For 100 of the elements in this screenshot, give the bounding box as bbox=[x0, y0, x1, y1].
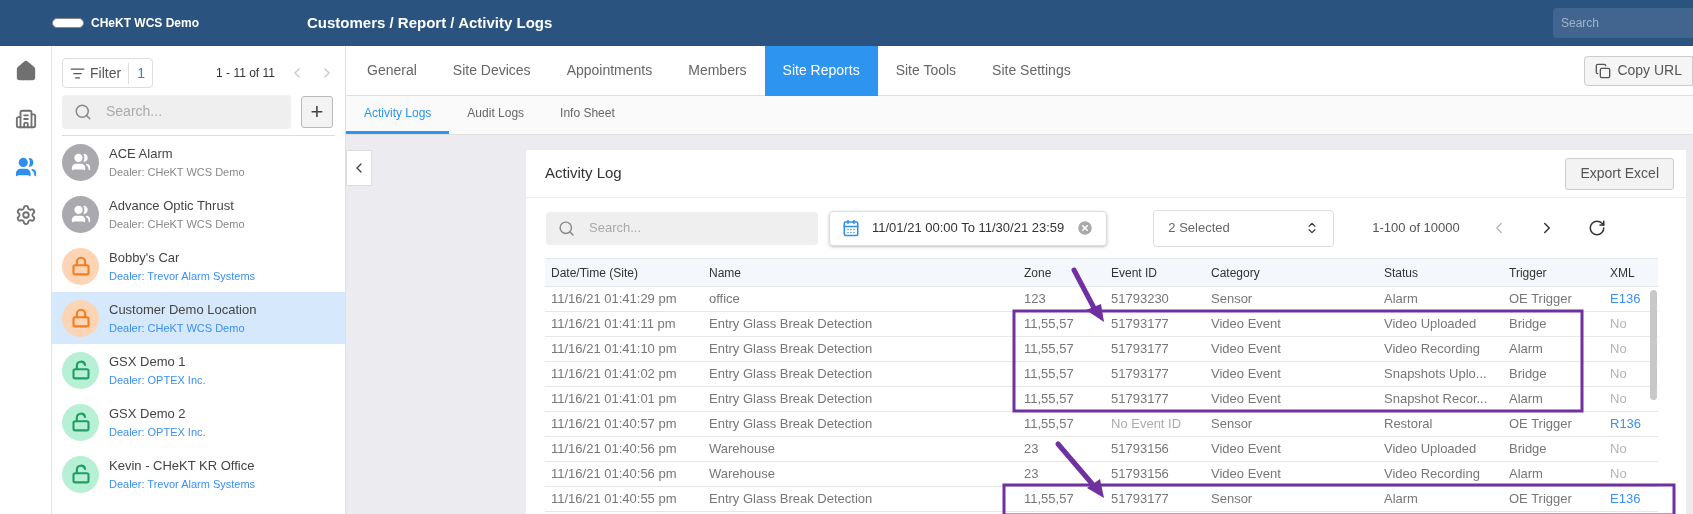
padlock-avatar-icon bbox=[62, 299, 99, 337]
table-cell-text: 11,55,57 bbox=[1023, 490, 1075, 509]
customer-list-item[interactable]: Kevin - CHeKT KR Office Dealer: Trevor Alarm Systems bbox=[52, 448, 345, 500]
subtab[interactable]: Info Sheet bbox=[542, 95, 633, 134]
clear-icon[interactable] bbox=[1076, 219, 1095, 237]
table-cell-text: 11/16/21 01:40:56 pm bbox=[550, 465, 678, 484]
tab[interactable]: Site Devices bbox=[434, 45, 549, 96]
subtab[interactable]: Audit Logs bbox=[449, 95, 543, 134]
customer-name: Kevin - CHeKT KR Office bbox=[109, 457, 256, 475]
dealer-name: Dealer: OPTEX Inc. bbox=[109, 424, 206, 440]
table-cell-text: No bbox=[1609, 390, 1628, 409]
search-field[interactable]: Search bbox=[1553, 8, 1693, 38]
people-avatar-icon bbox=[62, 143, 99, 181]
column-header: Trigger bbox=[1508, 264, 1548, 282]
customer-list-item[interactable]: GSX Demo 1 Dealer: OPTEX Inc. bbox=[52, 344, 345, 396]
pagination-text: 1-100 of 10000 bbox=[1372, 219, 1460, 238]
table-cell-text: Entry Glass Break Detection bbox=[708, 490, 874, 509]
customer-list-item[interactable]: Bobby's Car Dealer: Trevor Alarm Systems bbox=[52, 240, 345, 292]
customer-name: GSX Demo 1 bbox=[109, 353, 187, 371]
people-avatar-icon bbox=[62, 195, 99, 233]
table-cell-text: No bbox=[1609, 340, 1628, 359]
table-cell-text: 11/16/21 01:40:56 pm bbox=[550, 440, 678, 459]
table-cell-text: No Event ID bbox=[1110, 415, 1183, 434]
home-icon[interactable] bbox=[14, 60, 37, 82]
refresh-icon[interactable] bbox=[1587, 219, 1606, 237]
dealer-name: Dealer: OPTEX Inc. bbox=[109, 372, 206, 388]
table-cell-text: Bridge bbox=[1508, 440, 1548, 459]
xml-link[interactable]: R136 bbox=[1604, 414, 1658, 434]
table-cell-text: 123 bbox=[1023, 290, 1047, 309]
tab[interactable]: Appointments bbox=[548, 45, 671, 96]
table-cell-text: No bbox=[1609, 365, 1628, 384]
table-cell-text: Alarm bbox=[1508, 390, 1544, 409]
table-cell-text: Video Recording bbox=[1383, 465, 1481, 484]
column-header: Date/Time (Site) bbox=[550, 264, 639, 282]
tab[interactable]: Members bbox=[670, 45, 765, 96]
settings-icon[interactable] bbox=[14, 204, 37, 226]
copy-url-button[interactable]: Copy URL bbox=[1584, 55, 1693, 86]
table-cell-text: Alarm bbox=[1508, 340, 1544, 359]
open-padlock-avatar-icon bbox=[62, 455, 99, 493]
table-cell-text: 51793177 bbox=[1110, 315, 1170, 334]
table-cell-text: 11/16/21 01:41:02 pm bbox=[550, 365, 678, 384]
table-cell-text: Entry Glass Break Detection bbox=[708, 340, 874, 359]
table-cell-text: Alarm bbox=[1383, 290, 1419, 309]
tab[interactable]: Site Tools bbox=[877, 45, 975, 96]
column-header: XML bbox=[1609, 264, 1636, 282]
category-select[interactable]: 2 Selected bbox=[1153, 209, 1335, 247]
table-cell-text: Entry Glass Break Detection bbox=[708, 390, 874, 409]
tab[interactable]: Site Settings bbox=[974, 45, 1089, 96]
padlock-avatar-icon bbox=[62, 247, 99, 285]
customer-list-item[interactable]: Advance Optic Thrust Dealer: CHeKT WCS Demo bbox=[52, 188, 345, 240]
xml-link[interactable]: E136 bbox=[1604, 489, 1658, 509]
table-cell-text: 11/16/21 01:41:01 pm bbox=[550, 390, 678, 409]
table-cell-text: 51793230 bbox=[1110, 290, 1170, 309]
table-cell-text: Alarm bbox=[1508, 465, 1544, 484]
table-cell-text: Bridge bbox=[1508, 365, 1548, 384]
column-header: Category bbox=[1210, 264, 1261, 282]
table-cell-text: No bbox=[1609, 315, 1628, 334]
customer-name: ACE Alarm bbox=[109, 145, 174, 163]
table-cell-text: Video Event bbox=[1210, 440, 1282, 459]
column-header: Status bbox=[1383, 264, 1420, 282]
customer-name: Bobby's Car bbox=[109, 249, 181, 267]
table-cell-text: 11,55,57 bbox=[1023, 365, 1075, 384]
customer-list-item[interactable]: ACE Alarm Dealer: CHeKT WCS Demo bbox=[52, 136, 345, 188]
table-cell-text: Warehouse bbox=[708, 440, 776, 459]
copy-icon bbox=[1595, 62, 1612, 79]
filter-button[interactable]: Filter 1 bbox=[62, 58, 153, 88]
date-range-field[interactable]: 11/01/21 00:00 To 11/30/21 23:59 bbox=[829, 210, 1108, 246]
search-icon bbox=[74, 102, 92, 121]
customer-list-item[interactable]: Customer Demo Location Dealer: CHeKT WCS Demo bbox=[52, 292, 345, 344]
table-cell-text: 11,55,57 bbox=[1023, 315, 1075, 334]
table-cell-text: Video Event bbox=[1210, 390, 1282, 409]
table-cell-text: 11/16/21 01:41:29 pm bbox=[550, 290, 678, 309]
table-cell-text: 51793156 bbox=[1110, 465, 1170, 484]
tab[interactable]: General bbox=[349, 45, 435, 96]
table-cell-text: 23 bbox=[1023, 465, 1040, 484]
table-cell-text: Sensor bbox=[1210, 290, 1254, 309]
column-header: Zone bbox=[1023, 264, 1053, 282]
customer-list-item[interactable]: GSX Demo 2 Dealer: OPTEX Inc. bbox=[52, 396, 345, 448]
add-button[interactable]: + bbox=[301, 95, 333, 128]
table-cell-text: Video Event bbox=[1210, 365, 1282, 384]
table-cell-text: Video Recording bbox=[1383, 340, 1481, 359]
people-icon[interactable] bbox=[14, 156, 37, 178]
export-button[interactable]: Export Excel bbox=[1565, 157, 1674, 190]
tab[interactable]: Site Reports bbox=[764, 45, 878, 96]
table-cell-text: Restoral bbox=[1383, 415, 1434, 434]
xml-link[interactable]: E136 bbox=[1604, 289, 1658, 309]
calendar-icon bbox=[842, 219, 860, 237]
table-cell-text: 11,55,57 bbox=[1023, 390, 1075, 409]
table-cell-text: Snapshots Uplo... bbox=[1383, 365, 1488, 384]
dealer-name: Dealer: CHeKT WCS Demo bbox=[109, 216, 245, 232]
building-icon[interactable] bbox=[14, 108, 37, 130]
filter-icon bbox=[70, 65, 85, 81]
table-cell-text: 51793177 bbox=[1110, 390, 1170, 409]
table-cell-text: 51793156 bbox=[1110, 440, 1170, 459]
table-cell-text: Entry Glass Break Detection bbox=[708, 415, 874, 434]
table-cell-text: 11/16/21 01:40:57 pm bbox=[550, 415, 678, 434]
collapse-button[interactable] bbox=[346, 150, 372, 186]
search-icon bbox=[558, 219, 575, 237]
table-cell-text: Bridge bbox=[1508, 315, 1548, 334]
column-header: Event ID bbox=[1110, 264, 1159, 282]
